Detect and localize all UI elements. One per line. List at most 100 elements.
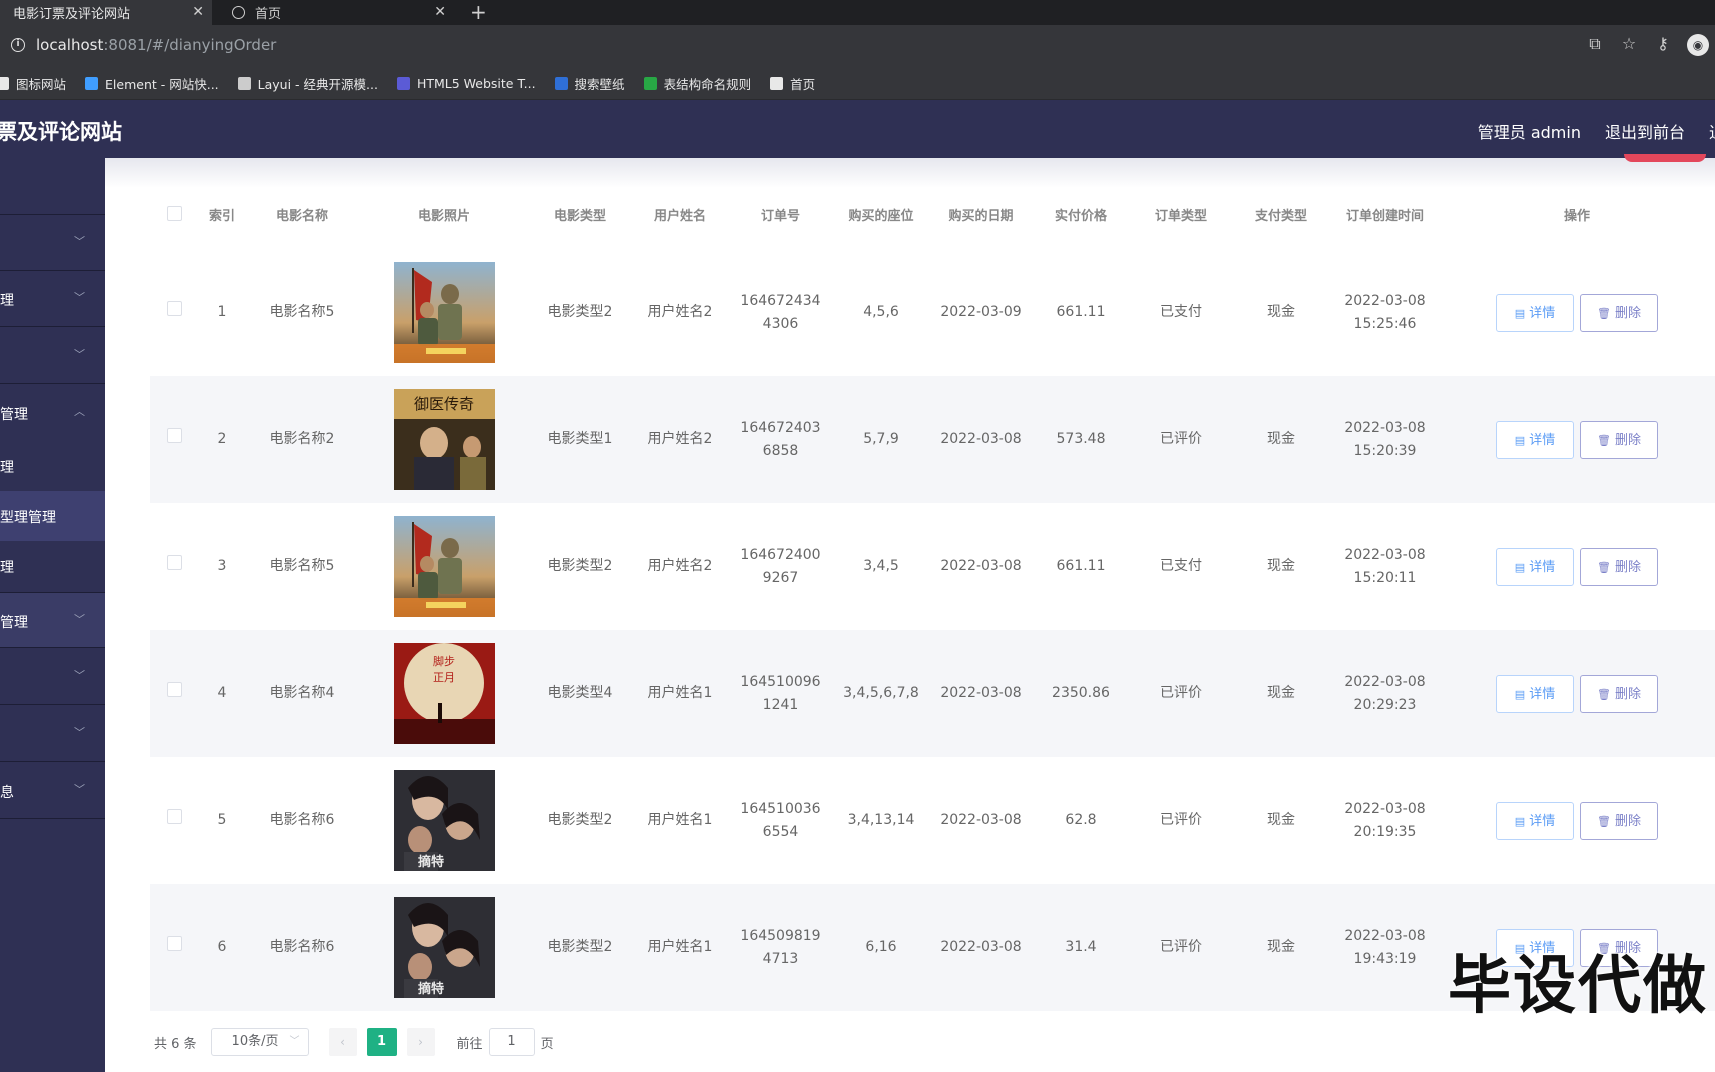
prev-page-button[interactable]: ‹ bbox=[328, 1028, 357, 1056]
trash-icon: 🗑 bbox=[1597, 306, 1611, 320]
select-all-checkbox[interactable] bbox=[166, 205, 182, 221]
header-extra-link[interactable]: 退 bbox=[1709, 119, 1715, 143]
sidebar-item-6[interactable]: ﹀ bbox=[0, 649, 105, 705]
close-tab-icon[interactable]: ✕ bbox=[192, 4, 204, 20]
sidebar-item-2[interactable]: 理 ﹀ bbox=[0, 271, 105, 327]
col-header: 电影名称 bbox=[275, 209, 328, 224]
detail-button[interactable]: ▤ 详情 bbox=[1496, 547, 1574, 586]
delete-button[interactable]: 🗑 删除 bbox=[1580, 293, 1658, 332]
col-header: 操作 bbox=[1563, 209, 1590, 224]
sidebar-item-4[interactable]: 管理 ︿ bbox=[0, 385, 105, 441]
sidebar-item-3[interactable]: ﹀ bbox=[0, 328, 105, 384]
purchase-date-cell: 2022-03-08 bbox=[931, 630, 1031, 757]
key-icon[interactable]: ⚷ bbox=[1653, 34, 1673, 56]
detail-button[interactable]: ▤ 详情 bbox=[1496, 674, 1574, 713]
bookmark-item[interactable]: 搜索壁纸 bbox=[554, 74, 625, 93]
sidebar-item-7[interactable]: ﹀ bbox=[0, 706, 105, 762]
close-tab-icon[interactable]: ✕ bbox=[434, 4, 446, 20]
order-number-line1: 164672400 bbox=[740, 546, 821, 563]
seats-cell: 3,4,13,14 bbox=[847, 812, 915, 828]
col-header: 支付类型 bbox=[1254, 209, 1307, 224]
row-select-cell bbox=[150, 249, 198, 376]
created-time-cell: 2022-03-08 15:20:11 bbox=[1331, 503, 1439, 630]
created-date: 2022-03-08 bbox=[1344, 292, 1426, 309]
batch-delete-button[interactable] bbox=[1624, 154, 1706, 162]
sidebar-item-8[interactable]: 息 ﹀ bbox=[0, 763, 105, 819]
poster-cell bbox=[358, 503, 530, 630]
profile-avatar-icon[interactable]: ◉ bbox=[1687, 34, 1709, 56]
bookmarks-bar: 图标网站 Element - 网站快... Layui - 经典开源模... HTML… bbox=[0, 67, 1715, 100]
bookmark-item[interactable]: Element - 网站快... bbox=[85, 74, 219, 93]
sidebar-item-5[interactable]: 管理 ﹀ bbox=[0, 592, 105, 648]
row-checkbox[interactable] bbox=[166, 301, 182, 316]
order-number-line1: 164509819 bbox=[740, 927, 821, 944]
created-time-cell: 2022-03-08 20:29:23 bbox=[1331, 630, 1439, 757]
actions-cell: ▤ 详情 🗑 删除 bbox=[1439, 630, 1715, 757]
new-tab-icon[interactable]: + bbox=[470, 0, 487, 24]
sidebar-subitem-3[interactable]: 理 bbox=[0, 541, 105, 591]
row-checkbox[interactable] bbox=[166, 555, 182, 570]
page-unit-label: 页 bbox=[540, 1036, 554, 1052]
col-header: 订单号 bbox=[760, 209, 800, 224]
exit-to-front-link[interactable]: 退出到前台 bbox=[1605, 119, 1685, 143]
browser-tab-home[interactable]: 首页 ✕ bbox=[222, 0, 454, 25]
delete-button[interactable]: 🗑 删除 bbox=[1580, 420, 1658, 459]
delete-button[interactable]: 🗑 删除 bbox=[1580, 801, 1658, 840]
bookmark-star-icon[interactable]: ☆ bbox=[1619, 34, 1639, 56]
delete-button[interactable]: 🗑 删除 bbox=[1580, 674, 1658, 713]
order-number-line1: 164672434 bbox=[740, 292, 821, 309]
detail-button[interactable]: ▤ 详情 bbox=[1496, 801, 1574, 840]
bookmark-label: HTML5 Website T... bbox=[416, 75, 536, 91]
header-actions: 管理员 admin 退出到前台 退 bbox=[1478, 119, 1715, 143]
row-checkbox[interactable] bbox=[166, 428, 182, 443]
bookmark-item[interactable]: 表结构命名规则 bbox=[643, 74, 751, 93]
sidebar-item-home[interactable] bbox=[0, 158, 105, 215]
site-info-icon[interactable]: i bbox=[11, 38, 25, 52]
trash-icon: 🗑 bbox=[1597, 433, 1611, 447]
translate-icon[interactable]: ⧉ bbox=[1585, 34, 1605, 56]
chevron-down-icon: ﹀ bbox=[74, 291, 85, 304]
page-number-current[interactable]: 1 bbox=[366, 1028, 397, 1056]
goto-page-input[interactable]: 1 bbox=[488, 1028, 535, 1056]
movie-name-cell: 电影名称6 bbox=[246, 884, 358, 1011]
movie-poster-image bbox=[393, 262, 495, 363]
movie-poster-image: 摘特 bbox=[393, 897, 495, 998]
actions-cell: ▤ 详情 🗑 删除 bbox=[1439, 249, 1715, 376]
sidebar-item-label: 息 bbox=[0, 785, 14, 801]
actions-cell: ▤ 详情 🗑 删除 bbox=[1439, 503, 1715, 630]
bookmark-icon bbox=[770, 76, 784, 90]
row-checkbox[interactable] bbox=[166, 682, 182, 697]
movie-type-cell: 电影类型2 bbox=[547, 812, 613, 828]
browser-actions: ⧉ ☆ ⚷ ◉ bbox=[1585, 34, 1715, 56]
pay-type-cell: 现金 bbox=[1267, 304, 1295, 320]
table-row: 5 电影名称6 摘特 电影类型2 用户姓名1 164510036 6554 3,4,13,14… bbox=[150, 757, 1715, 884]
order-type-cell: 已评价 bbox=[1160, 812, 1202, 828]
created-time: 15:20:39 bbox=[1353, 442, 1417, 459]
browser-tab-active[interactable]: 电影订票及评论网站 ✕ bbox=[0, 0, 212, 25]
sidebar-subitem-2[interactable]: 型理管理 bbox=[0, 491, 105, 541]
detail-button[interactable]: ▤ 详情 bbox=[1496, 420, 1574, 459]
bookmark-item[interactable]: 图标网站 bbox=[0, 74, 66, 93]
table-row: 3 电影名称5 电影类型2 用户姓名2 164672400 9267 3,4,5 2022-0… bbox=[150, 503, 1715, 630]
seats-cell: 5,7,9 bbox=[831, 376, 931, 503]
delete-button[interactable]: 🗑 删除 bbox=[1580, 547, 1658, 586]
url-field[interactable]: localhost:8081/#/dianyingOrder bbox=[36, 36, 276, 54]
bookmark-item[interactable]: HTML5 Website T... bbox=[396, 75, 536, 91]
sidebar-subitem-1[interactable]: 理 bbox=[0, 441, 105, 491]
sidebar-item-1[interactable]: ﹀ bbox=[0, 215, 105, 271]
index-cell: 3 bbox=[217, 558, 227, 574]
svg-text:摘特: 摘特 bbox=[418, 854, 444, 870]
row-checkbox[interactable] bbox=[166, 936, 182, 951]
detail-label: 详情 bbox=[1529, 686, 1556, 702]
pagination-total: 共 6 条 bbox=[154, 1036, 197, 1052]
bookmark-item[interactable]: 首页 bbox=[770, 74, 815, 93]
delete-label: 删除 bbox=[1614, 686, 1641, 702]
select-all-cell bbox=[150, 185, 198, 249]
next-page-button[interactable]: › bbox=[406, 1028, 435, 1056]
row-checkbox[interactable] bbox=[166, 809, 182, 824]
page-size-select[interactable]: 10条/页 ﹀ bbox=[210, 1028, 309, 1056]
delete-label: 删除 bbox=[1614, 305, 1641, 321]
detail-button[interactable]: ▤ 详情 bbox=[1496, 293, 1574, 332]
bookmark-item[interactable]: Layui - 经典开源模... bbox=[237, 74, 378, 93]
order-type-cell: 已评价 bbox=[1131, 884, 1231, 1011]
